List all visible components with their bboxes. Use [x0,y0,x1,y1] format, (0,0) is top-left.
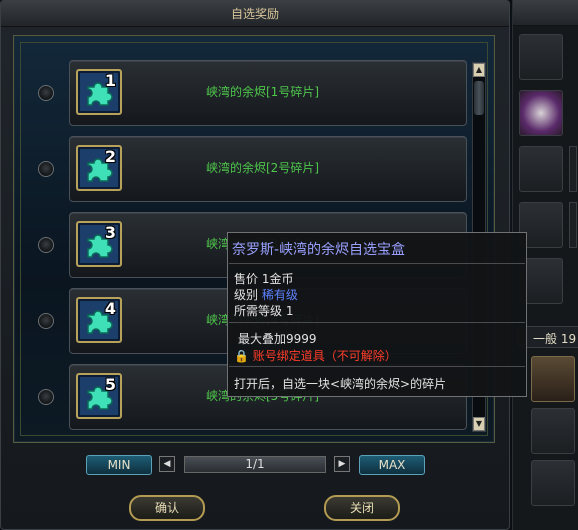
reward-radio-5[interactable] [38,389,54,405]
treasure-box-item-icon[interactable] [531,356,575,402]
item-tooltip: 奈罗斯-峡湾的余烬自选宝盒 售价 1金币 级别 稀有级 所需等级 1 最大叠加9… [227,232,527,397]
price-label: 售价 [234,272,259,286]
grade-label: 级别 [234,288,259,302]
inventory-titlebar [513,0,578,26]
tooltip-stack: 最大叠加9999 [238,332,317,346]
equipment-slot-edge [569,146,577,192]
fragment-item-icon[interactable]: 3 [76,221,122,267]
fragment-item-icon[interactable]: 5 [76,373,122,419]
reward-radio-2[interactable] [38,161,54,177]
close-button[interactable]: 关闭 [324,495,400,521]
min-button[interactable]: MIN [86,455,152,475]
tooltip-divider [229,366,525,367]
page-next-arrow-icon[interactable]: ▶ [334,456,350,472]
level-value: 1 [285,304,294,318]
scroll-thumb[interactable] [474,81,484,115]
reward-row-1[interactable]: 1 峡湾的余烬[1号碎片] [69,60,467,126]
reward-row-2[interactable]: 2 峡湾的余烬[2号碎片] [69,136,467,202]
reward-label: 峡湾的余烬[2号碎片] [206,161,319,175]
reward-radio-4[interactable] [38,313,54,329]
scroll-up-arrow-icon[interactable]: ▲ [473,63,485,77]
fragment-number: 4 [104,299,116,318]
reward-radio-1[interactable] [38,85,54,101]
game-window: 自选奖励 1 峡湾的余烬[1号碎片] 2 峡湾的余烬[2号碎片] 3 4 5 ▲… [0,0,578,530]
fragment-item-icon[interactable]: 4 [76,297,122,343]
equipment-slot-edge [569,202,577,248]
inventory-tab-label: 一般 19 [533,332,577,346]
scroll-down-arrow-icon[interactable]: ▼ [473,417,485,431]
dialog-title: 自选奖励 [1,1,509,27]
price-value: 1金币 [261,272,294,286]
max-button[interactable]: MAX [359,455,425,475]
tooltip-title: 奈罗斯-峡湾的余烬自选宝盒 [232,242,406,258]
fragment-number: 3 [104,223,116,242]
fragment-number: 2 [104,147,116,166]
tooltip-divider [229,322,525,323]
fragment-number: 1 [104,71,116,90]
fragment-item-icon[interactable]: 1 [76,69,122,115]
equipment-slot-pants-icon[interactable] [519,146,563,192]
page-indicator: 1/1 [184,456,326,473]
inventory-slot[interactable] [531,460,575,506]
fragment-item-icon[interactable]: 2 [76,145,122,191]
page-prev-arrow-icon[interactable]: ◀ [159,456,175,472]
fragment-number: 5 [104,375,116,394]
equipment-slot-armor-icon[interactable] [519,90,563,136]
level-label: 所需等级 [234,304,283,318]
grade-value: 稀有级 [261,288,298,302]
tooltip-description: 打开后，自选一块<峡湾的余烬>的碎片 [234,377,447,391]
tooltip-divider [229,263,525,264]
binding-text: 账号绑定道具（不可解除） [252,349,397,363]
equipment-slot-helmet-icon[interactable] [519,34,563,80]
confirm-button[interactable]: 确认 [129,495,205,521]
inventory-slot[interactable] [531,408,575,454]
reward-label: 峡湾的余烬[1号碎片] [206,85,319,99]
reward-radio-3[interactable] [38,237,54,253]
lock-icon: 🔒 [234,349,249,363]
tooltip-binding: 🔒 账号绑定道具（不可解除） [234,347,397,364]
tooltip-level: 所需等级 1 [234,302,293,319]
tooltip-price: 售价 1金币 [234,270,293,287]
tooltip-grade: 级别 稀有级 [234,286,298,303]
